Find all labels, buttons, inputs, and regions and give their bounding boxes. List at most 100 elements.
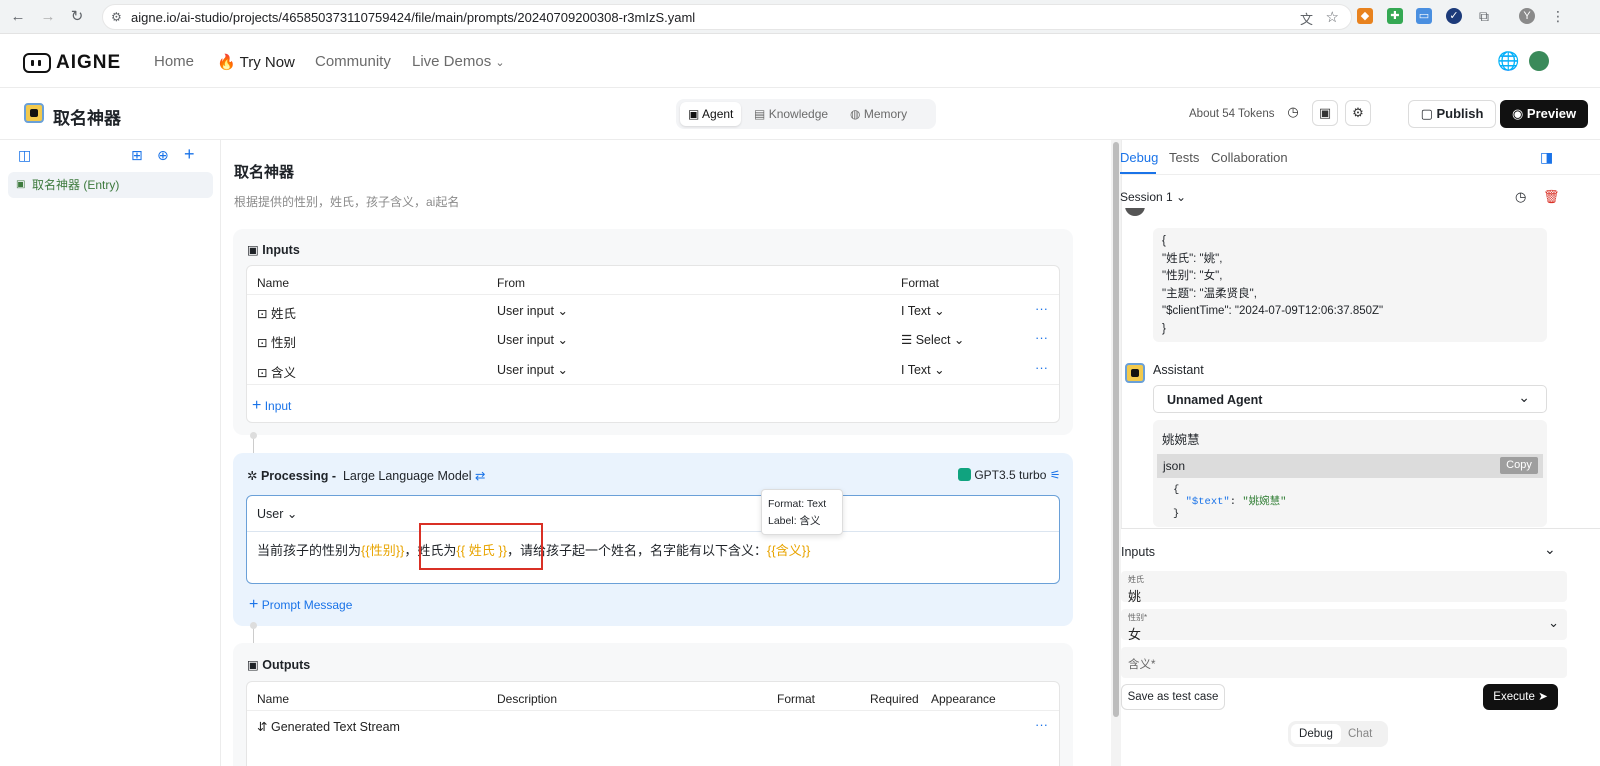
input-from-select[interactable]: User input ⌄ (497, 332, 568, 347)
delete-session-icon[interactable]: 🗑 (1543, 189, 1560, 205)
assistant-icon (1125, 363, 1145, 383)
bookmark-star-icon[interactable]: ☆ (1326, 8, 1339, 26)
agent-select[interactable]: Unnamed Agent ⌄ (1153, 385, 1547, 413)
add-input-button[interactable]: + Input (252, 397, 291, 415)
tab-tests[interactable]: Tests (1169, 150, 1199, 165)
globe-icon[interactable]: 🌐 (1497, 51, 1519, 72)
preview-button[interactable]: ◉ Preview (1500, 100, 1588, 128)
back-icon[interactable]: ← (8, 7, 28, 27)
session-history-icon[interactable]: ◷ (1515, 189, 1526, 205)
tab-memory[interactable]: ◍ Memory (842, 102, 915, 126)
logo-text: AIGNE (56, 52, 122, 73)
input-format-select[interactable]: I Text ⌄ (901, 362, 945, 377)
column-from: From (497, 276, 525, 290)
input-name[interactable]: ⊡ 性别 (257, 332, 296, 351)
file-sidebar: ◫ ⊞ ⊕ + ▣ 取名神器 (Entry) (0, 140, 221, 766)
forward-icon[interactable]: → (38, 7, 58, 27)
inputs-title: ▣ Inputs (247, 243, 300, 257)
user-avatar[interactable] (1529, 51, 1549, 71)
history-icon[interactable]: ◷ (1280, 100, 1306, 126)
sparkle-icon: ✲ (247, 469, 258, 483)
inputs-table: Name From Format ⊡ 姓氏 User input ⌄ I Tex… (246, 265, 1060, 423)
eye-icon: ◉ (1511, 106, 1524, 121)
extensions-puzzle-icon[interactable]: ⧉ (1476, 8, 1492, 24)
reload-icon[interactable]: ↻ (67, 7, 87, 27)
memory-icon: ◍ (850, 107, 861, 121)
meaning-field[interactable]: 含义* (1121, 647, 1567, 678)
extension-check-icon[interactable]: ✓ (1446, 8, 1462, 24)
mode-debug[interactable]: Debug (1291, 724, 1341, 744)
nav-community[interactable]: Community (315, 53, 391, 70)
input-format-select[interactable]: ☰ Select ⌄ (901, 332, 964, 347)
column-format: Format (777, 692, 816, 706)
project-icon (24, 103, 44, 123)
outputs-title: ▣ Outputs (247, 658, 311, 672)
tab-debug[interactable]: Debug (1120, 150, 1158, 165)
sidebar-item-entry[interactable]: ▣ 取名神器 (Entry) (8, 172, 213, 198)
project-title: 取名神器 (53, 109, 121, 128)
project-header: 取名神器 ▣ Agent ▤ Knowledge ◍ Memory About … (0, 88, 1600, 140)
input-format-select[interactable]: I Text ⌄ (901, 303, 945, 318)
input-name[interactable]: ⊡ 姓氏 (257, 303, 296, 322)
add-input-row: + Input (247, 384, 1059, 424)
session-select[interactable]: Session 1 ⌄ (1120, 190, 1186, 204)
row-more-icon[interactable]: ··· (1035, 360, 1048, 375)
sidebar-item-label: 取名神器 (Entry) (32, 178, 120, 192)
agent-title[interactable]: 取名神器 (234, 161, 294, 182)
metamask-extension-icon[interactable]: ◆ (1357, 8, 1373, 24)
editor-scrollbar[interactable] (1111, 140, 1121, 766)
tab-agent[interactable]: ▣ Agent (680, 102, 742, 126)
column-appearance: Appearance (931, 692, 996, 706)
aigne-logo[interactable]: AIGNE (23, 52, 121, 74)
input-from-select[interactable]: User input ⌄ (497, 303, 568, 318)
new-folder-icon[interactable]: ⊕ (157, 147, 169, 164)
nav-home[interactable]: Home (154, 53, 194, 70)
site-settings-icon[interactable]: ⚙ (111, 10, 122, 24)
save-test-case-button[interactable]: Save as test case (1121, 684, 1225, 710)
code-header: json Copy (1157, 454, 1543, 478)
tab-collaboration[interactable]: Collaboration (1211, 150, 1288, 165)
input-name[interactable]: ⊡ 含义 (257, 362, 296, 381)
nav-try-now[interactable]: 🔥 Try Now (217, 53, 295, 71)
browser-menu-icon[interactable]: ⋮ (1550, 8, 1566, 24)
copy-button[interactable]: Copy (1500, 457, 1538, 474)
row-more-icon[interactable]: ··· (1035, 301, 1048, 316)
input-from-select[interactable]: User input ⌄ (497, 362, 568, 377)
publish-button[interactable]: ▢ Publish (1408, 100, 1496, 128)
table-row: ⊡ 含义 User input ⌄ I Text ⌄ ··· (247, 354, 1059, 384)
add-prompt-message-button[interactable]: + Prompt Message (249, 596, 352, 614)
column-name: Name (257, 276, 290, 290)
new-agent-icon[interactable]: ⊞ (131, 147, 143, 164)
chevron-down-icon[interactable]: ⌄ (1544, 541, 1556, 558)
model-selector[interactable]: GPT3.5 turbo ⚟ (958, 468, 1061, 482)
code-block: { "$text": "姚婉慧" } (1173, 484, 1287, 520)
logo-icon (23, 53, 51, 73)
mode-chat[interactable]: Chat (1348, 724, 1372, 744)
row-more-icon[interactable]: ··· (1035, 330, 1048, 345)
extension-icon[interactable]: ✚ (1387, 8, 1403, 24)
role-select[interactable]: User ⌄ (257, 506, 297, 521)
tab-knowledge[interactable]: ▤ Knowledge (746, 102, 836, 126)
connector-dot (250, 622, 257, 629)
surname-field[interactable]: 姓氏姚 (1121, 571, 1567, 604)
swap-icon[interactable]: ⇄ (475, 469, 485, 483)
execute-button[interactable]: Execute ➤ (1483, 684, 1558, 710)
extension-window-icon[interactable]: ▭ (1416, 8, 1432, 24)
profile-avatar[interactable]: Y (1519, 8, 1535, 24)
tooltip-label: Label: 含义 (768, 515, 821, 527)
row-more-icon[interactable]: ··· (1035, 717, 1048, 732)
settings-icon[interactable]: ⚙ (1345, 100, 1371, 126)
agent-description[interactable]: 根据提供的性别，姓氏，孩子含义，ai起名 (234, 193, 459, 210)
address-bar[interactable]: ⚙ aigne.io/ai-studio/projects/4658503731… (102, 4, 1352, 30)
toggle-sidebar-icon[interactable]: ◫ (18, 147, 31, 164)
save-icon[interactable]: ▣ (1312, 100, 1338, 126)
agent-icon: ▣ (688, 107, 700, 121)
add-icon[interactable]: + (184, 144, 195, 165)
gender-select[interactable]: 性别* 女 ⌄ (1121, 609, 1567, 642)
translate-icon[interactable]: 文 (1300, 9, 1313, 28)
collapse-panel-icon[interactable]: ◨ (1540, 149, 1553, 166)
output-name[interactable]: ⇵ Generated Text Stream (257, 719, 400, 734)
variable-tooltip: Format: Text Label: 含义 (761, 489, 843, 535)
browser-toolbar: ← → ↻ ⚙ aigne.io/ai-studio/projects/4658… (0, 0, 1600, 34)
nav-live-demos[interactable]: Live Demos ⌄ (412, 53, 505, 70)
